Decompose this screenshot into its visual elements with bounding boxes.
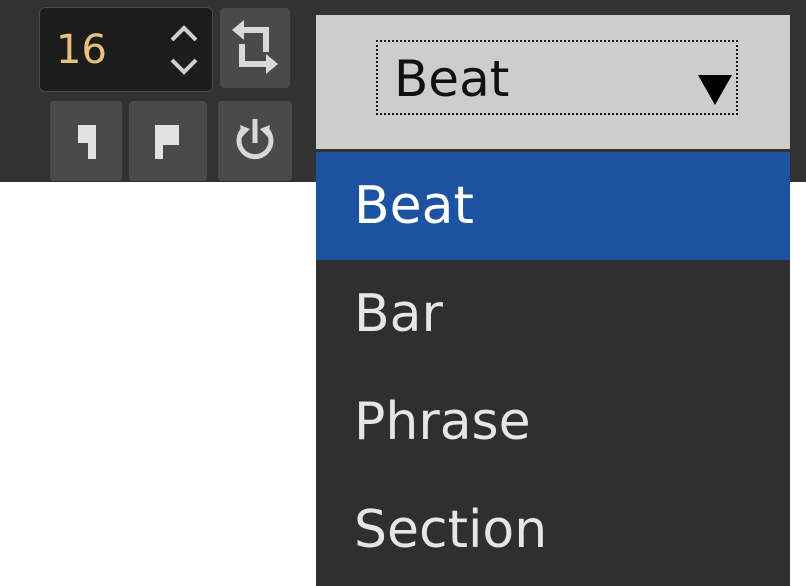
cue-in-flag-icon	[129, 101, 207, 181]
loop-button[interactable]	[220, 8, 290, 88]
spinbox-value: 16	[56, 27, 107, 73]
cue-out-flag-icon	[50, 101, 122, 181]
triangle-down-icon	[698, 75, 732, 105]
menu-item-section[interactable]: Section	[316, 476, 790, 584]
beat-count-spinbox[interactable]: 16	[39, 7, 213, 92]
menu-item-beat[interactable]: Beat	[316, 152, 790, 260]
menu-item-phrase[interactable]: Phrase	[316, 368, 790, 476]
cue-in-button[interactable]	[129, 101, 207, 181]
chevron-up-down-icon[interactable]	[168, 20, 200, 80]
combo-focus-ring: Beat	[376, 40, 738, 115]
quantize-dropdown-menu: Beat Bar Phrase Section	[316, 152, 790, 586]
combo-selected-label: Beat	[394, 50, 510, 108]
quantize-combobox[interactable]: Beat	[316, 15, 790, 149]
menu-item-bar[interactable]: Bar	[316, 260, 790, 368]
cue-out-button[interactable]	[50, 101, 122, 181]
sync-button[interactable]	[218, 101, 292, 181]
sync-power-icon	[218, 101, 292, 181]
loop-icon	[220, 8, 290, 88]
